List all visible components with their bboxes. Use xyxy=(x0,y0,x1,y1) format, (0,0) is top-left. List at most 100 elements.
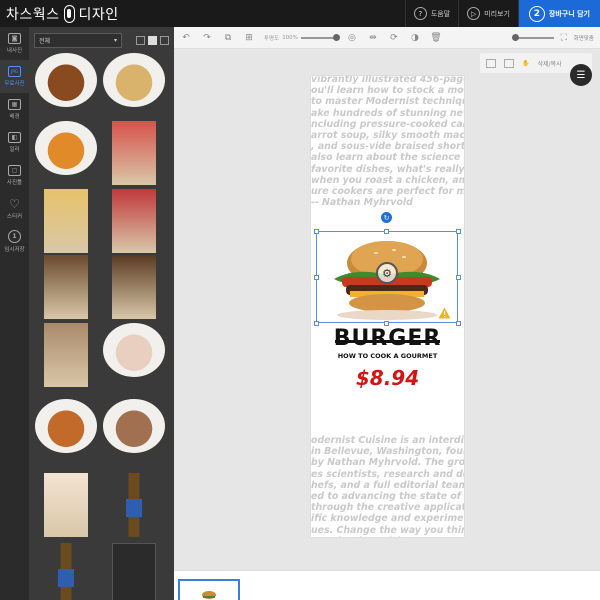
brand-name-left: 차스웍스 xyxy=(6,6,60,23)
thumbnail-cass-bottle-1[interactable] xyxy=(112,473,156,537)
crop-icon[interactable] xyxy=(486,58,496,68)
panel-header: 전체 ▾ xyxy=(29,27,174,53)
temp-save-icon: 1 xyxy=(8,230,21,243)
thumbnail-tiramisu[interactable] xyxy=(103,399,165,453)
trash-icon[interactable]: 🗑 xyxy=(430,32,442,44)
thumbnail-beige-paper[interactable] xyxy=(44,473,88,537)
zoom-control: ⛶ 화면맞춤 xyxy=(511,27,594,49)
bottle-label xyxy=(58,569,74,587)
design-page[interactable]: vibrantly illustrated 456-page ou'll lea… xyxy=(311,76,464,537)
rail-item-6[interactable]: 1 임시저장 xyxy=(0,225,29,258)
align-icon[interactable]: ⊞ xyxy=(243,32,255,44)
rotate-handle-icon[interactable]: ↻ xyxy=(381,212,392,223)
illustration-icon: ◧ xyxy=(8,132,21,143)
move-gear-icon[interactable]: ⚙ xyxy=(376,262,398,284)
rail-item-label: 일러 xyxy=(9,147,20,153)
camera-icon: ◙ xyxy=(8,33,21,44)
title-label: BURGER xyxy=(333,326,442,351)
thumbnail-shop-shelf[interactable] xyxy=(112,255,156,319)
price-text[interactable]: $8.94 xyxy=(311,366,464,390)
thumbnail-latte[interactable] xyxy=(44,323,88,387)
redo-icon[interactable]: ↷ xyxy=(201,32,213,44)
help-label: 도움말 xyxy=(430,9,451,18)
thumbnail-tea-set[interactable] xyxy=(35,399,97,453)
thumbnail-burger[interactable] xyxy=(35,53,97,107)
opacity-slider[interactable] xyxy=(300,33,340,41)
category-select[interactable]: 전체 ▾ xyxy=(34,32,122,48)
title-text[interactable]: BURGER xyxy=(311,326,464,351)
category-value: 전체 xyxy=(39,37,51,45)
fit-screen-label[interactable]: 화면맞춤 xyxy=(574,34,594,42)
background-text-bottom[interactable]: odernist Cuisine is an interdiscip in Be… xyxy=(311,435,464,537)
background-text-top[interactable]: vibrantly illustrated 456-page ou'll lea… xyxy=(311,76,464,208)
page-thumbnail-preview xyxy=(202,591,216,599)
hand-icon[interactable]: ✋ xyxy=(522,60,529,67)
heart-icon: ♡ xyxy=(9,196,20,211)
rail-item-label: 임시저장 xyxy=(4,247,25,253)
thumbnail-cake-plate[interactable] xyxy=(103,53,165,107)
subbar-label: 삭제/복사 xyxy=(537,60,562,68)
rail-item-5[interactable]: ♡ 스티커 xyxy=(0,192,29,225)
step-badge: 2 xyxy=(528,5,545,22)
opacity-label: 투명도 xyxy=(264,35,280,42)
layers-button[interactable]: ☰ xyxy=(570,64,592,86)
adjust-icon[interactable]: ◎ xyxy=(346,32,358,44)
list-view-icon[interactable] xyxy=(136,35,145,45)
large-view-icon[interactable] xyxy=(160,35,169,45)
undo-icon[interactable]: ↶ xyxy=(180,32,192,44)
opacity-control: 투명도 100% xyxy=(264,33,340,42)
page-thumbnail[interactable] xyxy=(178,579,240,600)
chevron-down-icon: ▾ xyxy=(113,36,117,44)
zoom-slider[interactable] xyxy=(511,34,554,41)
fit-screen-icon[interactable]: ⛶ xyxy=(558,32,570,44)
rail-item-1[interactable]: JPG 무료사진 xyxy=(0,60,29,93)
rail-item-0[interactable]: ◙ 내사진 xyxy=(0,27,29,60)
brand-logo[interactable]: 차스웍스 디자인 xyxy=(6,3,119,24)
thumbnail-cass-bottle-2[interactable] xyxy=(44,543,88,600)
rail-item-2[interactable]: ▦ 배경 xyxy=(0,93,29,126)
cart-label: 장바구니 담기 xyxy=(548,9,590,18)
rail-item-label: 사진틀 xyxy=(6,180,23,186)
rail-item-3[interactable]: ◧ 일러 xyxy=(0,126,29,159)
thumbnail-flower-tree[interactable] xyxy=(112,189,156,253)
copy-icon[interactable]: ⧉ xyxy=(222,32,234,44)
resize-handle-t[interactable] xyxy=(384,229,389,234)
rotate-icon[interactable]: ⟳ xyxy=(388,32,400,44)
resize-handle-r[interactable] xyxy=(456,275,461,280)
thumbnail-orange-dessert[interactable] xyxy=(35,121,97,175)
free-photo-icon: JPG xyxy=(8,66,21,77)
warning-icon xyxy=(438,307,451,319)
frame-icon: ▢ xyxy=(8,165,21,176)
grid-view-icon[interactable] xyxy=(148,35,157,45)
thumbnail-dark-blank[interactable] xyxy=(112,543,156,600)
thumbnail-lemon-drink[interactable] xyxy=(44,189,88,253)
asset-panel: 전체 ▾ xyxy=(29,27,174,600)
brand-pill-icon xyxy=(63,4,75,23)
preview-label: 미리보기 xyxy=(484,9,510,18)
thumbnail-cocktail[interactable] xyxy=(44,255,88,319)
grid-icon[interactable] xyxy=(504,58,514,68)
play-icon: ▷ xyxy=(467,7,481,20)
flip-icon[interactable]: ⇹ xyxy=(367,32,379,44)
background-icon: ▦ xyxy=(8,99,21,110)
view-toggles xyxy=(136,35,169,45)
thumbnail-strawberry-cake[interactable] xyxy=(103,323,165,377)
brand-name-right: 디자인 xyxy=(78,6,119,23)
resize-handle-tl[interactable] xyxy=(314,229,319,234)
help-button[interactable]: ? 도움말 xyxy=(404,0,458,27)
list-icon: ☰ xyxy=(576,69,586,81)
preview-button[interactable]: ▷ 미리보기 xyxy=(458,0,518,27)
resize-handle-tr[interactable] xyxy=(456,229,461,234)
thumbnail-red-drink[interactable] xyxy=(112,121,156,185)
bottle-label xyxy=(126,499,142,517)
top-actions: ? 도움말 ▷ 미리보기 2 장바구니 담기 xyxy=(404,0,600,27)
rail-item-label: 내사진 xyxy=(6,48,23,54)
resize-handle-l[interactable] xyxy=(314,275,319,280)
top-bar: 차스웍스 디자인 ? 도움말 ▷ 미리보기 2 장바구니 담기 xyxy=(0,0,600,27)
rail-item-4[interactable]: ▢ 사진틀 xyxy=(0,159,29,192)
subtitle-text[interactable]: HOW TO COOK A GOURMET xyxy=(311,352,464,360)
add-to-cart-button[interactable]: 2 장바구니 담기 xyxy=(517,0,600,27)
question-icon: ? xyxy=(413,7,427,20)
left-rail: ◙ 내사진 JPG 무료사진 ▦ 배경 ◧ 일러 ▢ 사진틀 ♡ 스티커 1 임시저장 xyxy=(0,27,29,600)
filter-icon[interactable]: ◑ xyxy=(409,32,421,44)
